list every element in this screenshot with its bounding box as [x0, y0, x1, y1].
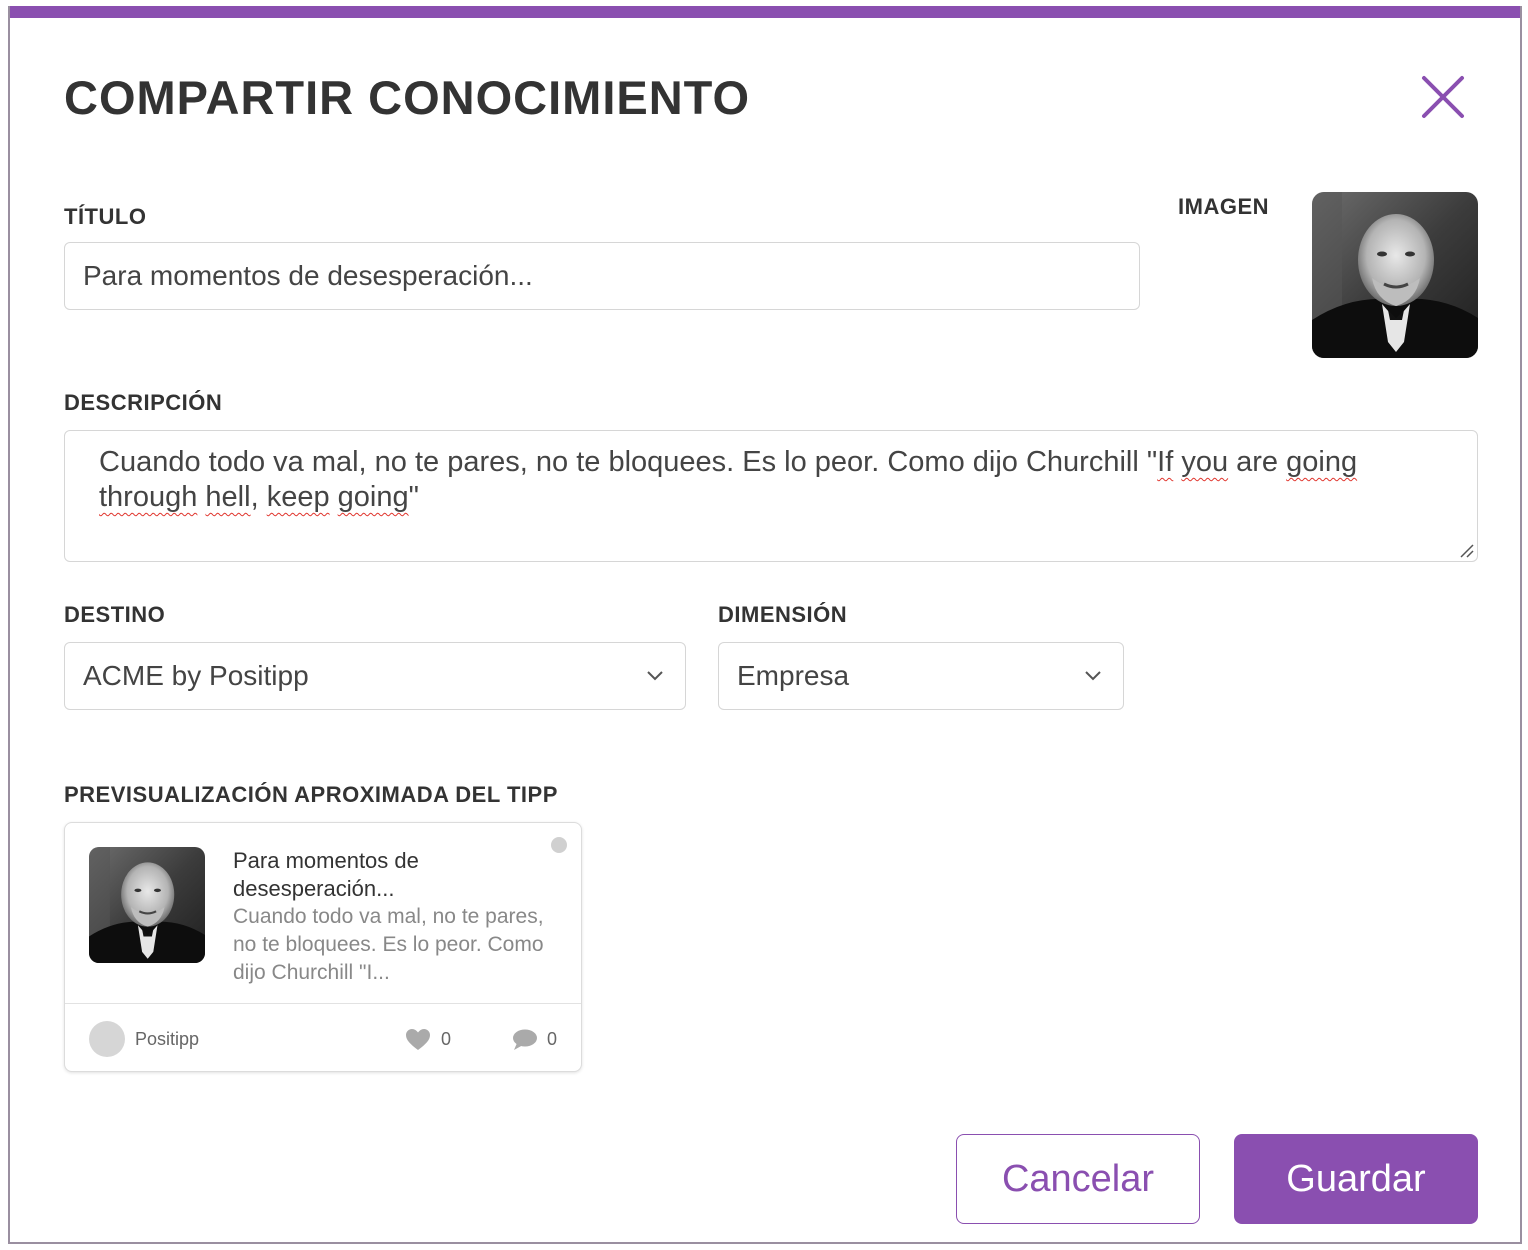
status-dot	[551, 837, 567, 853]
description-text: Cuando todo va mal, no te pares, no te b…	[99, 446, 1358, 513]
description-label: DESCRIPCIÓN	[64, 390, 223, 415]
comment-count: 0	[547, 1029, 558, 1049]
dimension-label: DIMENSIÓN	[718, 602, 848, 627]
title-input-value: Para momentos de desesperación...	[83, 260, 533, 291]
cancel-button[interactable]: Cancelar	[956, 1134, 1200, 1224]
chevron-down-icon	[1085, 671, 1101, 681]
destino-label: DESTINO	[64, 602, 166, 627]
resize-handle-icon[interactable]	[1458, 542, 1474, 558]
preview-portrait-image	[89, 847, 205, 963]
card-divider	[65, 1003, 581, 1004]
like-count: 0	[441, 1029, 452, 1049]
description-textarea[interactable]: Cuando todo va mal, no te pares, no te b…	[64, 430, 1478, 562]
preview-label: PREVISUALIZACIÓN APROXIMADA DEL TIPP	[64, 782, 558, 807]
preview-author: Positipp	[135, 1029, 200, 1049]
preview-description: Cuando todo va mal, no te pares, no te b…	[233, 905, 544, 984]
dimension-select[interactable]: Empresa	[718, 642, 1124, 710]
chevron-down-icon	[647, 671, 663, 681]
heart-icon	[406, 1029, 430, 1050]
avatar	[89, 1021, 125, 1057]
dimension-select-value: Empresa	[737, 660, 850, 691]
image-label: IMAGEN	[1178, 194, 1269, 219]
modal-title: COMPARTIR CONOCIMIENTO	[64, 71, 751, 124]
tipp-preview-card: Para momentos de desesperación... Cuando…	[64, 822, 582, 1072]
destino-select-value: ACME by Positipp	[83, 660, 309, 691]
save-button[interactable]: Guardar	[1234, 1134, 1478, 1224]
comment-icon	[513, 1029, 537, 1050]
preview-title: Para momentos de desesperación...	[233, 848, 419, 901]
title-input[interactable]: Para momentos de desesperación...	[64, 242, 1140, 310]
destino-select[interactable]: ACME by Positipp	[64, 642, 686, 710]
share-knowledge-modal: COMPARTIR CONOCIMIENTO TÍTULO Para momen…	[8, 6, 1522, 1244]
modal-accent-bar	[10, 6, 1520, 18]
close-button[interactable]	[1418, 72, 1468, 122]
close-icon	[1422, 76, 1464, 118]
title-label: TÍTULO	[64, 204, 147, 229]
image-picker[interactable]	[1312, 192, 1478, 358]
portrait-image	[1312, 192, 1478, 358]
preview-image	[89, 847, 205, 963]
